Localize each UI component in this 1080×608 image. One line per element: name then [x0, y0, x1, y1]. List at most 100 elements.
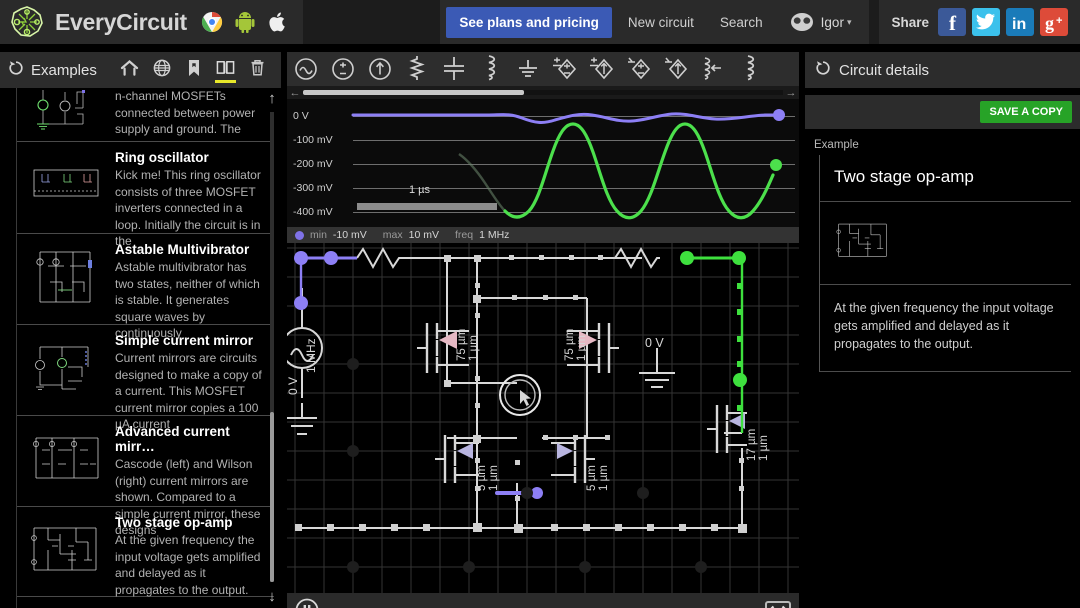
refresh-icon[interactable] [815, 60, 831, 81]
search-link[interactable]: Search [720, 15, 763, 30]
divider [820, 371, 1071, 372]
ground-icon[interactable] [509, 54, 546, 84]
refresh-icon[interactable] [8, 60, 24, 81]
list-item-desc: Current mirrors are circuits designed to… [115, 351, 262, 431]
source-voltage-label: 0 V [287, 377, 300, 395]
scope-freq-value: 1 MHz [479, 229, 510, 241]
circuit-thumbnail [25, 150, 109, 220]
everycircuit-logo-icon[interactable] [8, 3, 46, 41]
toolbar-scroll-right-arrow-icon[interactable]: → [783, 87, 799, 99]
scope-min-value: -10 mV [332, 229, 367, 241]
resistor-icon[interactable] [398, 54, 435, 84]
inductor2-icon[interactable] [731, 54, 768, 84]
fit-to-screen-icon[interactable] [765, 600, 791, 608]
mosfet-m4-length-label: 1 µm [598, 465, 610, 491]
circuit-thumbnail [25, 515, 109, 585]
apple-icon[interactable] [269, 11, 291, 33]
linkedin-share-button[interactable]: in [1006, 8, 1034, 36]
list-item-desc: Astable multivibrator has two states, ne… [115, 260, 260, 340]
oscilloscope[interactable]: 0 V -100 mV -200 mV -300 mV -400 mV 1 µs [287, 99, 799, 227]
circuit-thumbnail [25, 88, 109, 136]
scope-status-bar: min -10 mV max 10 mV freq 1 MHz [287, 227, 799, 243]
inductor-icon[interactable] [472, 54, 509, 84]
list-item-body: Ring oscillator Kick me! This ring oscil… [109, 150, 264, 248]
circuit-workspace: ← → 0 V -100 mV -200 mV -300 mV -400 mV [287, 52, 799, 608]
list-item-body: n-channel MOSFETs connected between powe… [109, 88, 264, 136]
user-menu[interactable]: Igor ▾ [789, 12, 851, 32]
list-item[interactable]: Advanced current mirr… Cascode (left) an… [17, 416, 274, 537]
circuit-thumbnail [834, 217, 894, 270]
cccs-icon[interactable] [657, 54, 694, 84]
everycircuit-app: EveryCircuit See plans and pricing New c… [0, 0, 1080, 608]
sidebar-scrollbar[interactable]: ↑ ↓ [265, 91, 279, 604]
list-item[interactable]: Simple current mirror Current mirrors ar… [17, 325, 274, 431]
bookmark-icon[interactable] [184, 59, 203, 81]
toolbar-scrollbar-thumb[interactable] [303, 90, 524, 95]
vcvs-icon[interactable] [546, 54, 583, 84]
platform-icons [201, 11, 303, 33]
mosfet-m3-length-label: 1 µm [488, 465, 500, 491]
new-circuit-link[interactable]: New circuit [628, 15, 694, 30]
capacitor-icon[interactable] [435, 54, 472, 84]
dc-voltage-source-icon[interactable] [324, 54, 361, 84]
sidebar-title: Examples [31, 61, 97, 79]
simulation-control-bar [287, 593, 799, 608]
details-action-bar: SAVE A COPY [805, 95, 1080, 129]
list-item[interactable]: Ring oscillator Kick me! This ring oscil… [17, 142, 274, 248]
community-globe-icon[interactable] [152, 59, 171, 81]
mosfet-m4-width-label: 5 µm [586, 465, 598, 491]
list-item-body: Astable Multivibrator Astable multivibra… [109, 242, 264, 340]
facebook-share-button[interactable]: f [938, 8, 966, 36]
list-item-title: Advanced current mirr… [115, 424, 230, 454]
details-card-description: At the given frequency the input voltage… [834, 301, 1054, 351]
toolbar-scrollbar-track[interactable] [303, 90, 783, 95]
list-item[interactable]: Two stage op-amp At the given frequency … [17, 507, 274, 597]
home-icon[interactable] [120, 59, 139, 81]
scrollbar-track[interactable] [270, 112, 274, 582]
top-header-bar: EveryCircuit See plans and pricing New c… [0, 0, 1080, 44]
ground-symbol-source [287, 417, 317, 435]
schematic-canvas[interactable]: 1 MHz 0 V 75 µm 1 µm 75 µm 1 µm 5 µm 1 µ… [287, 243, 799, 593]
mosfet-m3-width-label: 5 µm [476, 465, 488, 491]
list-item-desc: Kick me! This ring oscillator consists o… [115, 168, 261, 248]
details-kicker: Example [814, 139, 859, 151]
examples-list[interactable]: n-channel MOSFETs connected between powe… [16, 88, 274, 608]
details-card-title: Two stage op-amp [834, 167, 974, 186]
ac-source-icon[interactable] [287, 54, 324, 84]
googleplus-share-button[interactable]: g + [1040, 8, 1068, 36]
scope-max-label: max [382, 229, 403, 241]
user-name-label: Igor [820, 14, 844, 30]
circuit-thumbnail [25, 333, 109, 403]
chrome-icon[interactable] [201, 11, 223, 33]
list-item[interactable]: n-channel MOSFETs connected between powe… [17, 88, 274, 142]
twitter-share-button[interactable] [972, 8, 1000, 36]
ccvs-icon[interactable] [620, 54, 657, 84]
save-a-copy-button[interactable]: SAVE A COPY [980, 101, 1072, 123]
android-icon[interactable] [235, 11, 257, 33]
source-frequency-label: 1 MHz [304, 338, 318, 373]
mosfet-m2-length-label: 1 µm [576, 335, 588, 361]
toolbar-scrollbar[interactable]: ← → [287, 86, 799, 99]
transformer-icon[interactable] [694, 54, 731, 84]
list-item[interactable]: Astable Multivibrator Astable multivibra… [17, 234, 274, 340]
see-plans-and-pricing-button[interactable]: See plans and pricing [446, 6, 612, 38]
book-examples-icon[interactable] [215, 59, 236, 83]
svg-text:f: f [949, 11, 957, 35]
details-card: Two stage op-amp At the given frequency … [819, 155, 1071, 372]
pause-icon[interactable] [295, 598, 319, 608]
scope-time-label: 1 µs [409, 184, 431, 196]
toolbar-scroll-left-arrow-icon[interactable]: ← [287, 87, 303, 99]
brand-title: EveryCircuit [55, 8, 187, 35]
vccs-icon[interactable] [583, 54, 620, 84]
resistor-r1 [356, 246, 402, 270]
scrollbar-thumb[interactable] [270, 412, 274, 582]
current-source-icon[interactable] [361, 54, 398, 84]
examples-sidebar: Examples n-channel MOSFETs connected bet… [0, 52, 281, 608]
mosfet-m5-length-label: 1 µm [758, 435, 770, 461]
mosfet-m1-width-label: 75 µm [456, 329, 468, 361]
scroll-up-arrow-icon[interactable]: ↑ [265, 91, 279, 106]
trash-icon[interactable] [248, 59, 267, 81]
mosfet-m1-length-label: 1 µm [468, 335, 480, 361]
scroll-down-arrow-icon[interactable]: ↓ [265, 589, 279, 604]
scope-time-scale-bar[interactable] [357, 203, 497, 210]
